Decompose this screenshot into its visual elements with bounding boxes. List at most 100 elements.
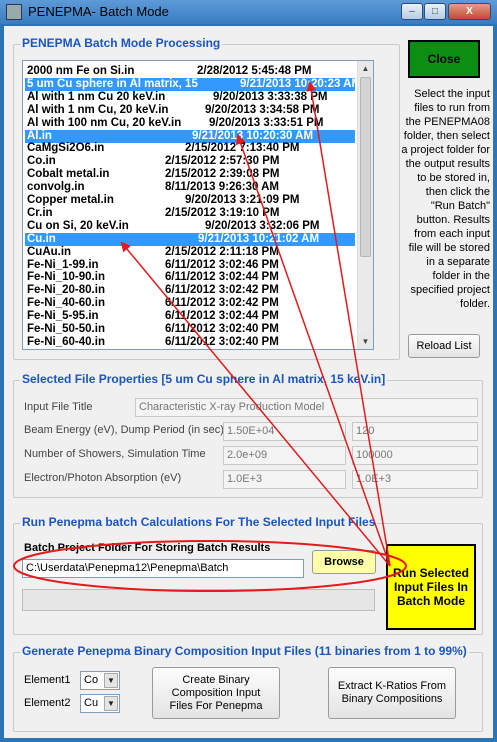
file-date: 9/20/2013 3:34:58 PM [205, 103, 320, 116]
batch-folder-label: Batch Project Folder For Storing Batch R… [24, 542, 271, 554]
create-binary-button[interactable]: Create Binary Composition Input Files Fo… [152, 667, 280, 719]
browse-button[interactable]: Browse [312, 550, 376, 574]
scroll-down-icon[interactable]: ▼ [358, 334, 373, 349]
app-icon [6, 4, 22, 20]
showers-label: Number of Showers, Simulation Time [24, 448, 206, 460]
close-window-button[interactable]: X [448, 3, 491, 20]
batch-mode-group-title: PENEPMA Batch Mode Processing [20, 36, 223, 50]
maximize-button[interactable]: □ [424, 3, 446, 20]
list-item[interactable]: 2000 nm Fe on Si.in 2/28/2012 5:45:48 PM [25, 65, 355, 78]
file-name: Cr.in [27, 206, 53, 219]
list-item[interactable]: Copper metal.in 9/20/2013 3:21:09 PM [25, 194, 355, 207]
scroll-up-icon[interactable]: ▲ [358, 61, 373, 76]
list-item[interactable]: convolg.in 8/11/2013 9:26:30 AM [25, 181, 355, 194]
input-title-field: Characteristic X-ray Production Model [135, 398, 478, 417]
title-bar: PENEPMA- Batch Mode – □ X [0, 0, 497, 24]
list-item[interactable]: Cu.in 9/21/2013 10:21:02 AM [25, 232, 355, 246]
close-button[interactable]: Close [408, 40, 480, 78]
minimize-button[interactable]: – [401, 3, 423, 20]
input-file-list[interactable]: 2000 nm Fe on Si.in 2/28/2012 5:45:48 PM 5… [22, 60, 374, 350]
list-item[interactable]: Fe-Ni_1-99.in 6/11/2012 3:02:46 PM [25, 259, 355, 272]
file-date: 6/11/2012 3:02:44 PM [165, 271, 279, 284]
list-item[interactable]: Al with 1 nm Cu 20 keV.in 9/20/2013 3:33:… [25, 91, 355, 104]
list-item[interactable]: Fe-Ni_60-40.in 6/11/2012 3:02:40 PM [25, 336, 355, 349]
file-name: Copper metal.in [27, 194, 114, 206]
file-date: 9/20/2013 3:32:06 PM [205, 219, 320, 232]
list-item[interactable]: Al.in 9/21/2013 10:20:30 AM [25, 129, 355, 143]
list-item[interactable]: CaMgSi2O6.in 2/15/2012 7:13:40 PM [25, 142, 355, 155]
list-item[interactable]: Fe-Ni_50-50.in 6/11/2012 3:02:40 PM [25, 323, 355, 336]
file-name: 5 um Cu sphere in Al matrix, 15 [27, 77, 198, 90]
list-item[interactable]: Co.in 2/15/2012 2:57:30 PM [25, 155, 355, 168]
file-date: 9/20/2013 3:33:51 PM [209, 116, 324, 129]
window-title: PENEPMA- Batch Mode [28, 4, 169, 19]
file-date: 9/20/2013 3:21:09 PM [185, 194, 300, 206]
file-date: 9/21/2013 10:20:30 AM [192, 129, 314, 142]
element1-select[interactable]: Co ▼ [80, 671, 120, 690]
scroll-thumb[interactable] [360, 77, 371, 257]
chevron-down-icon[interactable]: ▼ [104, 673, 118, 688]
list-item[interactable]: Al with 100 nm Cu, 20 keV.in 9/20/2013 3:… [25, 117, 355, 130]
element1-label: Element1 [24, 674, 71, 686]
file-name: Fe-Ni_20-80.in [27, 284, 105, 297]
list-item[interactable]: Fe-Ni_10-90.in 6/11/2012 3:02:44 PM [25, 271, 355, 284]
list-item[interactable]: Cu on Si, 20 keV.in 9/20/2013 3:32:06 PM [25, 220, 355, 233]
file-date: 6/11/2012 3:02:46 PM [165, 258, 279, 271]
file-date: 2/15/2012 3:19:10 PM [165, 206, 280, 219]
showers-field: 2.0e+09 [223, 446, 346, 465]
list-item[interactable]: Cobalt metal.in 2/15/2012 2:39:08 PM [25, 168, 355, 181]
file-name: Fe-Ni_1-99.in [27, 258, 99, 271]
binary-composition-title: Generate Penepma Binary Composition Inpu… [20, 644, 469, 658]
list-item[interactable]: 5 um Cu sphere in Al matrix, 15 9/21/2013… [25, 77, 361, 91]
element2-label: Element2 [24, 697, 71, 709]
element1-value: Co [84, 674, 99, 686]
file-name: Al with 1 nm Cu 20 keV.in [27, 90, 166, 103]
file-name: Fe-Ni_60-40.in [27, 335, 105, 348]
file-name: Fe-Ni_10-90.in [27, 271, 105, 284]
list-item[interactable]: Al with 1 nm Cu, 20 keV.in 9/20/2013 3:34… [25, 104, 355, 117]
file-date: 9/21/2013 10:20:23 AM [240, 77, 362, 90]
list-scrollbar[interactable]: ▲ ▼ [357, 61, 373, 349]
file-properties-title: Selected File Properties [5 um Cu sphere… [20, 372, 388, 386]
input-title-label: Input File Title [24, 401, 93, 413]
run-batch-button[interactable]: Run Selected Input Files In Batch Mode [386, 544, 476, 630]
run-batch-group-title: Run Penepma batch Calculations For The S… [20, 515, 378, 529]
file-date: 2/15/2012 2:39:08 PM [165, 168, 280, 181]
file-date: 9/21/2013 10:21:02 AM [198, 232, 320, 245]
reload-list-button[interactable]: Reload List [408, 334, 480, 358]
element2-value: Cu [84, 697, 99, 709]
element2-select[interactable]: Cu ▼ [80, 694, 120, 713]
file-name: Co.in [27, 155, 56, 168]
batch-folder-input[interactable]: C:\Userdata\Penepma12\Penepma\Batch [22, 559, 304, 578]
batch-progress-bar [22, 589, 375, 611]
file-name: 2000 nm Fe on Si.in [27, 65, 135, 77]
app-window: PENEPMA- Batch Mode – □ X PENEPMA Batch … [0, 0, 497, 742]
dump-period-field: 120 [352, 422, 478, 441]
file-name: Fe-Ni_50-50.in [27, 323, 105, 335]
list-item[interactable]: CuAu.in 2/15/2012 2:11:18 PM [25, 246, 355, 259]
file-date: 2/15/2012 2:11:18 PM [165, 245, 279, 258]
file-name: CuAu.in [27, 245, 72, 258]
file-name: Cu on Si, 20 keV.in [27, 219, 129, 232]
file-date: 9/20/2013 3:33:38 PM [213, 90, 328, 103]
list-item[interactable]: Fe-Ni_20-80.in 6/11/2012 3:02:42 PM [25, 284, 355, 297]
file-date: 6/11/2012 3:02:42 PM [165, 284, 279, 297]
absorption-label: Electron/Photon Absorption (eV) [24, 472, 182, 484]
beam-energy-label: Beam Energy (eV), Dump Period (in sec) [24, 424, 224, 436]
file-date: 6/11/2012 3:02:40 PM [165, 323, 279, 335]
file-name: Cobalt metal.in [27, 168, 110, 181]
help-text: Select the input files to run from the P… [401, 88, 490, 310]
list-item[interactable]: Fe-Ni_40-60.in 6/11/2012 3:02:42 PM [25, 297, 355, 310]
file-name: Fe-Ni_40-60.in [27, 297, 105, 310]
chevron-down-icon[interactable]: ▼ [104, 696, 118, 711]
list-item[interactable]: Cr.in 2/15/2012 3:19:10 PM [25, 207, 355, 220]
extract-k-ratios-button[interactable]: Extract K-Ratios From Binary Composition… [328, 667, 456, 719]
file-date: 2/15/2012 7:13:40 PM [185, 142, 300, 155]
electron-absorption-field: 1.0E+3 [223, 470, 346, 489]
photon-absorption-field: 1.0E+3 [352, 470, 478, 489]
file-name: convolg.in [27, 181, 85, 194]
simulation-time-field: 100000 [352, 446, 478, 465]
list-item[interactable]: Fe-Ni_5-95.in 6/11/2012 3:02:44 PM [25, 310, 355, 323]
file-name: Cu.in [27, 232, 56, 245]
file-date: 6/11/2012 3:02:40 PM [165, 335, 279, 348]
